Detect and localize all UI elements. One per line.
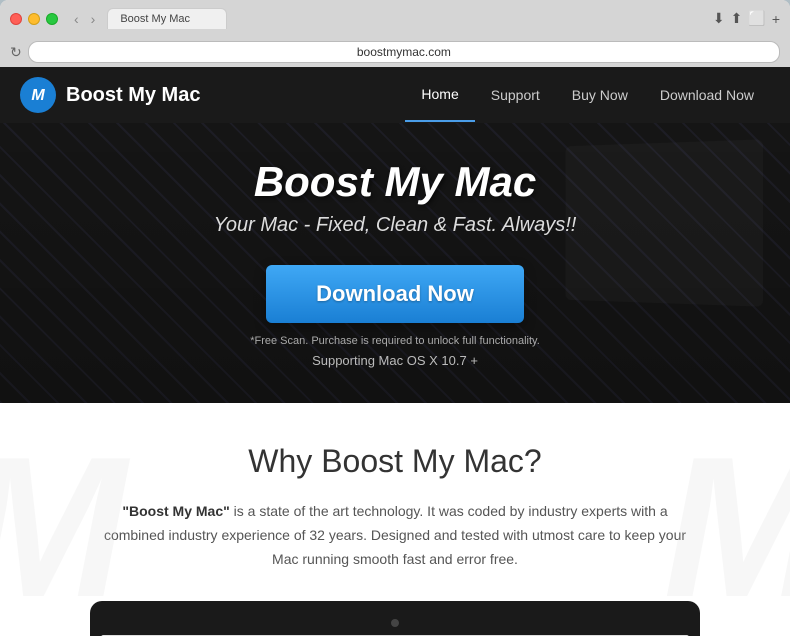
hero-support-text: Supporting Mac OS X 10.7 + <box>214 353 577 368</box>
browser-chrome: ‹ › Boost My Mac ⬇ ⬆ ⬜ + ↻ <box>0 0 790 67</box>
traffic-lights <box>10 13 58 25</box>
nav-buynow[interactable]: Buy Now <box>556 69 644 121</box>
hero-content: Boost My Mac Your Mac - Fixed, Clean & F… <box>214 158 577 368</box>
why-section: M M Why Boost My Mac? "Boost My Mac" is … <box>0 403 790 636</box>
close-button[interactable] <box>10 13 22 25</box>
nav-home[interactable]: Home <box>405 68 474 122</box>
brand-logo-icon: M <box>20 77 56 113</box>
fullscreen-button[interactable] <box>46 13 58 25</box>
mac-camera <box>391 619 399 627</box>
why-content: Why Boost My Mac? "Boost My Mac" is a st… <box>0 403 790 636</box>
download-now-button[interactable]: Download Now <box>266 265 524 323</box>
address-bar-row: ↻ <box>0 37 790 67</box>
toolbar-icons: ⬇ ⬆ ⬜ + <box>713 10 780 27</box>
window-icon[interactable]: ⬜ <box>748 10 765 27</box>
tab-title: Boost My Mac <box>120 13 190 25</box>
reload-button[interactable]: ↻ <box>10 44 22 61</box>
forward-button[interactable]: › <box>87 9 100 29</box>
nav-buttons: ‹ › <box>70 9 99 29</box>
screenshot-container: Finder File Edit View Go Window Help Sun… <box>90 601 700 636</box>
website-content: M Boost My Mac Home Support Buy Now Down… <box>0 67 790 636</box>
nav-support[interactable]: Support <box>475 69 556 121</box>
address-bar[interactable] <box>28 41 780 63</box>
why-desc-bold: "Boost My Mac" <box>122 503 229 519</box>
svg-text:M: M <box>31 87 45 104</box>
titlebar: ‹ › Boost My Mac ⬇ ⬆ ⬜ + <box>0 0 790 37</box>
hero-section: Boost My Mac Your Mac - Fixed, Clean & F… <box>0 123 790 403</box>
hero-title: Boost My Mac <box>214 158 577 206</box>
back-button[interactable]: ‹ <box>70 9 83 29</box>
brand: M Boost My Mac <box>20 77 200 113</box>
site-nav-links: Home Support Buy Now Download Now <box>405 68 770 122</box>
download-icon[interactable]: ⬇ <box>713 10 725 27</box>
site-navbar: M Boost My Mac Home Support Buy Now Down… <box>0 67 790 123</box>
new-tab-icon[interactable]: + <box>772 11 780 27</box>
hero-small-text: *Free Scan. Purchase is required to unlo… <box>214 335 577 347</box>
why-description: "Boost My Mac" is a state of the art tec… <box>95 500 695 571</box>
minimize-button[interactable] <box>28 13 40 25</box>
brand-name: Boost My Mac <box>66 84 200 107</box>
share-icon[interactable]: ⬆ <box>731 10 743 27</box>
nav-download[interactable]: Download Now <box>644 69 770 121</box>
browser-tab[interactable]: Boost My Mac <box>107 8 227 29</box>
hero-subtitle: Your Mac - Fixed, Clean & Fast. Always!! <box>214 214 577 237</box>
why-title: Why Boost My Mac? <box>60 443 730 480</box>
hero-bg-decoration <box>566 139 763 306</box>
